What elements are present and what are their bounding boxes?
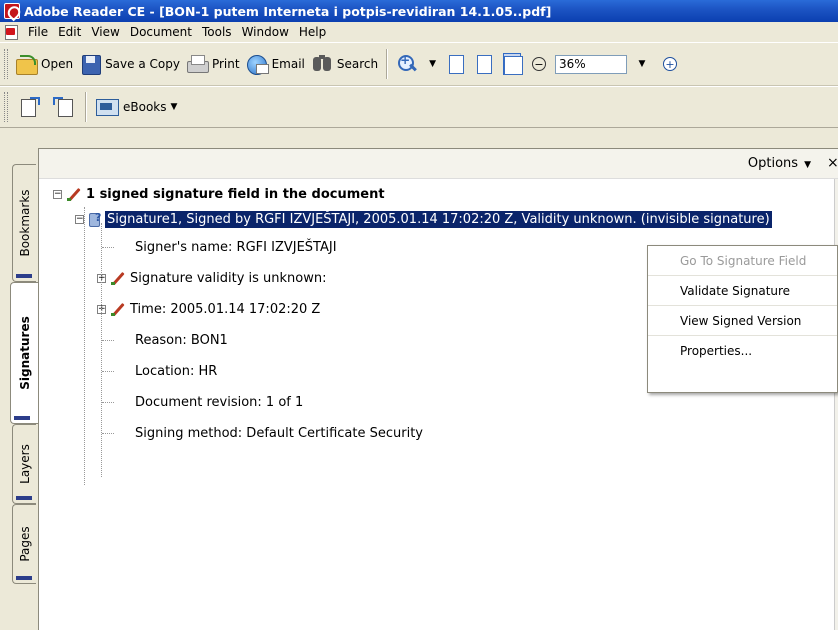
signature-pen-icon (110, 270, 126, 286)
open-button[interactable]: Open (12, 49, 76, 79)
tree-validity-row[interactable]: + Signature validity is unknown: (97, 266, 327, 290)
root-label: 1 signed signature field in the document (86, 186, 385, 202)
save-copy-button[interactable]: Save a Copy (76, 49, 183, 79)
zoom-level-dropdown-icon[interactable]: ▼ (627, 55, 657, 74)
menu-validate-signature[interactable]: Validate Signature (648, 276, 837, 306)
navigation-tabs: Bookmarks Signatures Layers Pages (0, 158, 40, 630)
fit-page-icon[interactable] (475, 53, 493, 75)
zoom-out-icon[interactable]: − (532, 57, 547, 71)
signature-pen-icon (66, 186, 82, 202)
adobe-reader-icon (4, 3, 20, 19)
tree-reason-row[interactable]: Reason: BON1 (135, 328, 228, 352)
tab-signatures[interactable]: Signatures (10, 282, 38, 424)
menu-document[interactable]: Document (126, 22, 198, 42)
menu-edit[interactable]: Edit (54, 22, 87, 42)
options-dropdown-icon: ▼ (804, 160, 811, 170)
secondary-toolbar: eBooks ▼ (0, 86, 838, 128)
tree-location-row[interactable]: Location: HR (135, 359, 217, 383)
email-globe-icon (246, 53, 269, 75)
ebooks-button[interactable]: eBooks ▼ (92, 92, 186, 122)
fit-width-icon[interactable] (503, 53, 524, 75)
print-button[interactable]: Print (183, 49, 243, 79)
collapse-icon[interactable]: − (75, 214, 84, 224)
tree-signature-row[interactable]: − Signature1, Signed by RGFI IZVJEŠTAJI,… (75, 207, 772, 231)
zoom-in-tool-button[interactable] (393, 49, 425, 79)
menu-file[interactable]: File (24, 22, 54, 42)
email-button[interactable]: Email (243, 49, 308, 79)
window-title: Adobe Reader CE - [BON-1 putem Interneta… (24, 3, 552, 19)
ebooks-dropdown-icon: ▼ (170, 102, 178, 112)
binoculars-icon (311, 53, 333, 75)
toolbar-grip[interactable] (4, 92, 8, 122)
save-disk-icon (79, 53, 102, 75)
menu-go-to-signature-field[interactable]: Go To Signature Field (648, 246, 837, 276)
open-label: Open (41, 57, 74, 71)
zoom-in-icon[interactable]: + (663, 57, 678, 71)
options-menu-button[interactable]: Options ▼ (748, 156, 811, 171)
rotate-back-icon[interactable] (52, 96, 74, 118)
print-label: Print (211, 57, 240, 71)
search-button[interactable]: Search (308, 49, 381, 79)
zoom-tool-dropdown-icon[interactable]: ▼ (429, 59, 436, 69)
tree-revision-row[interactable]: Document revision: 1 of 1 (135, 390, 303, 414)
menu-help[interactable]: Help (295, 22, 332, 42)
menu-properties[interactable]: Properties... (648, 336, 837, 366)
toolbar-grip[interactable] (4, 49, 8, 79)
close-panel-icon[interactable]: × (827, 155, 838, 171)
save-copy-label: Save a Copy (105, 57, 180, 71)
actual-size-icon[interactable] (447, 53, 465, 75)
panel-header: Options ▼ × (39, 149, 838, 179)
tree-time-row[interactable]: + Time: 2005.01.14 17:02:20 Z (97, 297, 320, 321)
ebooks-label: eBooks (123, 100, 167, 114)
tree-method-row[interactable]: Signing method: Default Certificate Secu… (135, 421, 423, 445)
ebooks-icon (95, 97, 119, 117)
signature-label: Signature1, Signed by RGFI IZVJEŠTAJI, 2… (105, 210, 772, 228)
printer-icon (186, 53, 209, 75)
rotate-page-icon[interactable] (18, 96, 40, 118)
signature-context-menu: Go To Signature Field Validate Signature… (647, 245, 838, 393)
tab-pages[interactable]: Pages (12, 504, 36, 584)
menu-tools[interactable]: Tools (198, 22, 238, 42)
zoom-level-input[interactable]: 36% (555, 54, 628, 74)
tree-signer-row[interactable]: Signer's name: RGFI IZVJEŠTAJI (135, 235, 337, 259)
email-label: Email (271, 57, 305, 71)
open-folder-icon (15, 53, 38, 75)
menu-window[interactable]: Window (238, 22, 295, 42)
toolbar-separator (386, 49, 389, 79)
pdf-document-icon[interactable] (4, 24, 18, 40)
title-bar[interactable]: Adobe Reader CE - [BON-1 putem Interneta… (0, 0, 838, 22)
zoom-in-magnifier-icon (396, 53, 418, 75)
tab-layers[interactable]: Layers (12, 424, 36, 504)
toolbar-separator (85, 92, 87, 122)
search-label: Search (336, 57, 379, 71)
tree-root-row[interactable]: − 1 signed signature field in the docume… (53, 182, 385, 206)
main-toolbar: Open Save a Copy Print Email Search ▼ − … (0, 42, 838, 86)
signature-pen-icon (110, 301, 126, 317)
menu-view[interactable]: View (87, 22, 125, 42)
menu-view-signed-version[interactable]: View Signed Version (648, 306, 837, 336)
tab-bookmarks[interactable]: Bookmarks (12, 164, 36, 282)
menu-bar: File Edit View Document Tools Window Hel… (0, 22, 838, 42)
collapse-icon[interactable]: − (53, 189, 62, 199)
